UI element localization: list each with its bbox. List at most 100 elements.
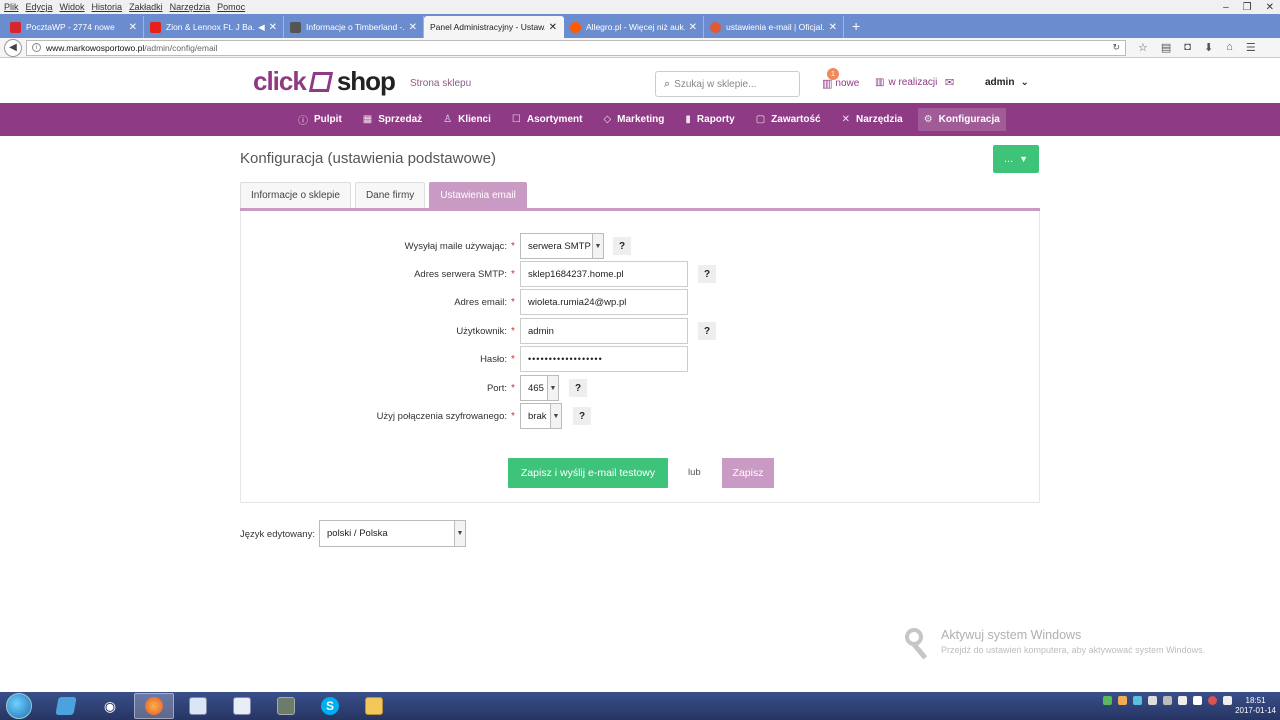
reload-icon[interactable]: ↻ bbox=[1112, 42, 1120, 53]
send-via-label: Wysyłaj maile używając: bbox=[404, 240, 507, 252]
bluetooth-icon[interactable] bbox=[1133, 696, 1142, 705]
help-button[interactable]: ? bbox=[698, 265, 716, 283]
close-tab-icon[interactable]: ✕ bbox=[689, 22, 697, 33]
nav-item-asortyment[interactable]: ☐ Asortyment bbox=[506, 108, 589, 131]
taskbar-app-calculator[interactable] bbox=[266, 693, 306, 719]
minimize-icon[interactable]: – bbox=[1223, 2, 1229, 13]
user-menu[interactable]: admin ⌄ bbox=[985, 77, 1029, 88]
nav-item-label: Klienci bbox=[458, 114, 491, 125]
more-actions-button[interactable]: ... ▼ bbox=[993, 145, 1039, 173]
close-tab-icon[interactable]: ✕ bbox=[269, 22, 277, 33]
save-and-send-test-button[interactable]: Zapisz i wyślij e-mail testowy bbox=[508, 458, 668, 488]
search-input[interactable]: ⌕ Szukaj w sklepie... bbox=[655, 71, 800, 97]
browser-tab[interactable]: PocztaWP - 2774 nowe ✕ bbox=[4, 16, 144, 38]
home-icon[interactable]: ⌂ bbox=[1226, 41, 1233, 54]
in-progress-link[interactable]: ▥ w realizacji bbox=[875, 77, 937, 88]
antivirus-icon[interactable] bbox=[1208, 696, 1217, 705]
bookmark-star-icon[interactable]: ☆ bbox=[1138, 41, 1148, 54]
close-tab-icon[interactable]: ✕ bbox=[409, 22, 417, 33]
close-icon[interactable]: ✕ bbox=[1266, 2, 1274, 13]
nav-item-raporty[interactable]: ▮ Raporty bbox=[679, 108, 740, 131]
back-arrow-icon[interactable]: ◀ bbox=[4, 38, 22, 57]
help-button[interactable]: ? bbox=[569, 379, 587, 397]
tray-app-icon[interactable] bbox=[1178, 696, 1187, 705]
menu-item-tools[interactable]: Narzędzia bbox=[170, 2, 211, 12]
browser-tab-active[interactable]: Panel Administracyjny - Ustaw... ✕ bbox=[424, 16, 564, 38]
taskbar-app-media[interactable]: ◉ bbox=[90, 693, 130, 719]
restore-icon[interactable]: ❐ bbox=[1243, 2, 1252, 13]
chart-icon: ▮ bbox=[685, 114, 691, 125]
send-via-select[interactable]: serwera SMTP ▼ bbox=[520, 233, 604, 259]
required-mark: * bbox=[511, 240, 515, 252]
new-tab-icon[interactable]: + bbox=[852, 18, 860, 34]
help-button[interactable]: ? bbox=[613, 237, 631, 255]
url-bar[interactable]: i www.markowosportowo.pl/admin/config/em… bbox=[26, 39, 1126, 56]
new-orders-link[interactable]: 1 ▥ nowe bbox=[822, 68, 860, 90]
new-orders-label: nowe bbox=[835, 78, 860, 89]
close-tab-icon[interactable]: ✕ bbox=[129, 22, 137, 33]
download-icon[interactable]: ⬇ bbox=[1204, 41, 1213, 54]
help-button[interactable]: ? bbox=[698, 322, 716, 340]
taskbar-clock[interactable]: 18:51 2017-01-14 bbox=[1235, 696, 1276, 716]
tag-icon: ◇ bbox=[603, 114, 612, 125]
tray-app-icon[interactable] bbox=[1118, 696, 1127, 705]
nav-item-zawarto-[interactable]: ▢ Zawartość bbox=[750, 108, 827, 131]
port-select[interactable]: 465 ▼ bbox=[520, 375, 559, 401]
envelope-icon[interactable]: ✉ bbox=[945, 76, 954, 89]
smtp-input[interactable]: sklep1684237.home.pl bbox=[520, 261, 688, 287]
nav-item-pulpit[interactable]: ⓘ Pulpit bbox=[292, 108, 348, 131]
form-row-email: Adres email: * wioleta.rumia24@wp.pl bbox=[241, 289, 1041, 315]
menu-item-file[interactable]: Plik bbox=[4, 2, 19, 12]
nav-item-konfiguracja[interactable]: ⚙ Konfiguracja bbox=[917, 108, 1006, 131]
email-input[interactable]: wioleta.rumia24@wp.pl bbox=[520, 289, 688, 315]
tab-email-settings[interactable]: Ustawienia email bbox=[429, 182, 527, 208]
language-select[interactable]: polski / Polska ▼ bbox=[319, 520, 466, 547]
volume-icon[interactable] bbox=[1223, 696, 1232, 705]
start-button[interactable] bbox=[6, 693, 32, 719]
menu-item-view[interactable]: Widok bbox=[60, 2, 85, 12]
nav-item-narz-dzia[interactable]: ✕ Narzędzia bbox=[836, 108, 909, 131]
nav-item-marketing[interactable]: ◇ Marketing bbox=[597, 108, 670, 131]
site-header: click shop Strona sklepu ⌕ Szukaj w skle… bbox=[0, 58, 1280, 103]
tab-company-data[interactable]: Dane firmy bbox=[354, 182, 426, 208]
store-link[interactable]: Strona sklepu bbox=[410, 78, 471, 89]
network-icon[interactable] bbox=[1193, 696, 1202, 705]
menu-item-history[interactable]: Historia bbox=[92, 2, 123, 12]
site-info-icon[interactable]: i bbox=[32, 43, 41, 52]
taskbar-app-skype[interactable]: S bbox=[310, 693, 350, 719]
close-tab-icon[interactable]: ✕ bbox=[549, 22, 557, 33]
taskbar-app-explorer[interactable] bbox=[354, 693, 394, 719]
pocket-icon[interactable]: ◘ bbox=[1184, 41, 1191, 54]
browser-tab[interactable]: ustawienia e-mail | Oficjal... ✕ bbox=[704, 16, 844, 38]
help-button[interactable]: ? bbox=[573, 407, 591, 425]
taskbar-app-notepad[interactable] bbox=[178, 693, 218, 719]
save-button[interactable]: Zapisz bbox=[722, 458, 774, 488]
reading-list-icon[interactable]: ▤ bbox=[1161, 41, 1171, 54]
nav-item-klienci[interactable]: ♙ Klienci bbox=[437, 108, 497, 131]
url-path: /admin/config/email bbox=[144, 42, 218, 53]
taskbar-app-files[interactable] bbox=[46, 693, 86, 719]
encryption-select[interactable]: brak ▼ bbox=[520, 403, 562, 429]
menu-item-help[interactable]: Pomoc bbox=[217, 2, 245, 12]
browser-tab[interactable]: Informacje o Timberland -... ✕ bbox=[284, 16, 424, 38]
menu-item-edit[interactable]: Edycja bbox=[26, 2, 53, 12]
tray-app-icon[interactable] bbox=[1148, 696, 1157, 705]
paint-icon bbox=[233, 697, 251, 715]
tab-store-info[interactable]: Informacje o sklepie bbox=[240, 182, 351, 208]
required-mark: * bbox=[511, 268, 515, 280]
user-input[interactable]: admin bbox=[520, 318, 688, 344]
form-row-password: Hasło: * •••••••••••••••••• bbox=[241, 346, 1041, 372]
taskbar-app-firefox[interactable] bbox=[134, 693, 174, 719]
clickshop-logo[interactable]: click shop bbox=[253, 66, 396, 97]
password-input[interactable]: •••••••••••••••••• bbox=[520, 346, 688, 372]
taskbar-app-paint[interactable] bbox=[222, 693, 262, 719]
tray-app-icon[interactable] bbox=[1103, 696, 1112, 705]
menu-item-bookmarks[interactable]: Zakładki bbox=[129, 2, 163, 12]
tray-app-icon[interactable] bbox=[1163, 696, 1172, 705]
browser-tab[interactable]: Zion & Lennox Ft. J Ba... ◀ ✕ bbox=[144, 16, 284, 38]
speaker-icon[interactable]: ◀ bbox=[258, 22, 265, 33]
browser-tab[interactable]: Allegro.pl - Więcej niż auk... ✕ bbox=[564, 16, 704, 38]
hamburger-menu-icon[interactable]: ☰ bbox=[1246, 41, 1256, 54]
close-tab-icon[interactable]: ✕ bbox=[829, 22, 837, 33]
nav-item-sprzeda-[interactable]: ▦ Sprzedaż bbox=[357, 108, 428, 131]
